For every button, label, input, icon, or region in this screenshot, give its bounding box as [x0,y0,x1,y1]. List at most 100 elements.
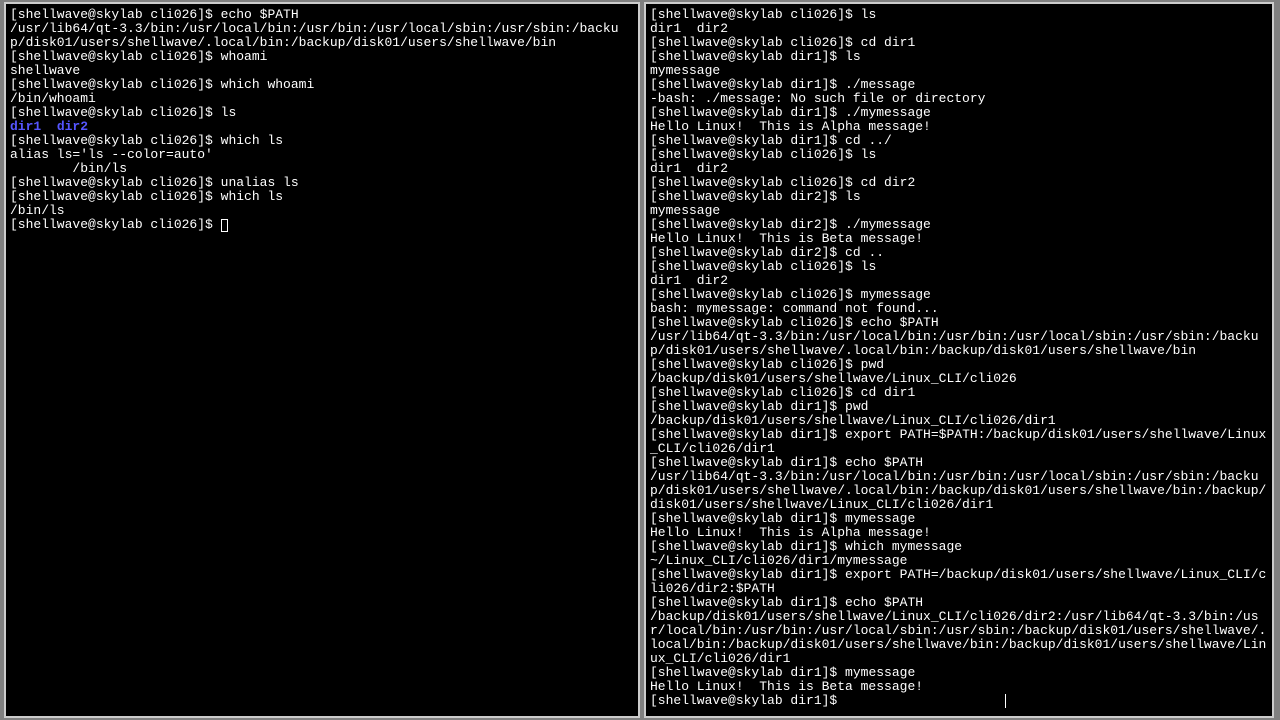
terminal-line: [shellwave@skylab dir1]$ [650,694,1268,708]
shell-command: ls [845,189,861,204]
terminal-line: [shellwave@skylab cli026]$ which whoami [10,78,634,92]
shell-prompt: [shellwave@skylab dir1]$ [650,539,845,554]
shell-prompt: [shellwave@skylab dir1]$ [650,133,845,148]
shell-command: mymessage [845,665,915,680]
terminal-line: [shellwave@skylab dir1]$ export PATH=$PA… [650,428,1268,456]
shell-output: /usr/lib64/qt-3.3/bin:/usr/local/bin:/us… [650,470,1268,512]
shell-command: echo $PATH [221,7,299,22]
terminal-line: [shellwave@skylab dir1]$ ./message [650,78,1268,92]
terminal-line: [shellwave@skylab dir1]$ echo $PATH [650,596,1268,610]
terminal-line: [shellwave@skylab cli026]$ cd dir1 [650,36,1268,50]
shell-prompt: [shellwave@skylab cli026]$ [10,175,221,190]
shell-output: dir1 dir2 [650,22,1268,36]
shell-command: cd ../ [845,133,892,148]
terminal-line: [shellwave@skylab cli026]$ ls [650,260,1268,274]
terminal-line: [shellwave@skylab dir2]$ ./mymessage [650,218,1268,232]
shell-output: /backup/disk01/users/shellwave/Linux_CLI… [650,372,1268,386]
shell-output: mymessage [650,64,1268,78]
terminal-line: [shellwave@skylab cli026]$ whoami [10,50,634,64]
directory-name: dir2 [57,119,88,134]
terminal-line: [shellwave@skylab dir1]$ pwd [650,400,1268,414]
shell-command: mymessage [845,511,915,526]
shell-prompt: [shellwave@skylab cli026]$ [650,287,861,302]
terminal-line: [shellwave@skylab dir1]$ cd ../ [650,134,1268,148]
terminal-line: [shellwave@skylab dir1]$ mymessage [650,666,1268,680]
terminal-line: dir1 dir2 [10,120,634,134]
shell-prompt: [shellwave@skylab cli026]$ [10,189,221,204]
terminal-line: [shellwave@skylab cli026]$ which ls [10,190,634,204]
shell-prompt: [shellwave@skylab cli026]$ [10,105,221,120]
shell-output: Hello Linux! This is Beta message! [650,680,1268,694]
cursor-icon [221,219,228,232]
shell-output: /backup/disk01/users/shellwave/Linux_CLI… [650,610,1268,666]
terminal-line: [shellwave@skylab cli026]$ which ls [10,134,634,148]
shell-prompt: [shellwave@skylab cli026]$ [10,133,221,148]
shell-command: which ls [221,189,283,204]
shell-output: Hello Linux! This is Beta message! [650,232,1268,246]
terminal-line: [shellwave@skylab dir1]$ ./mymessage [650,106,1268,120]
shell-output: /bin/ls [10,204,634,218]
shell-command: cd dir1 [861,35,916,50]
shell-output: shellwave [10,64,634,78]
shell-output: dir1 dir2 [650,162,1268,176]
shell-prompt: [shellwave@skylab cli026]$ [650,357,861,372]
shell-prompt: [shellwave@skylab dir2]$ [650,217,845,232]
terminal-line: [shellwave@skylab cli026]$ unalias ls [10,176,634,190]
shell-prompt: [shellwave@skylab dir1]$ [650,399,845,414]
shell-output: -bash: ./message: No such file or direct… [650,92,1268,106]
shell-output: /backup/disk01/users/shellwave/Linux_CLI… [650,414,1268,428]
shell-output: /usr/lib64/qt-3.3/bin:/usr/local/bin:/us… [650,330,1268,358]
shell-command: unalias ls [221,175,299,190]
shell-output: Hello Linux! This is Alpha message! [650,120,1268,134]
shell-prompt: [shellwave@skylab dir1]$ [650,455,845,470]
shell-output: bash: mymessage: command not found... [650,302,1268,316]
terminal-line: [shellwave@skylab dir1]$ which mymessage [650,540,1268,554]
shell-prompt: [shellwave@skylab dir2]$ [650,189,845,204]
shell-command: echo $PATH [861,315,939,330]
shell-prompt: [shellwave@skylab cli026]$ [650,35,861,50]
shell-command: ls [861,147,877,162]
terminal-line: [shellwave@skylab dir1]$ mymessage [650,512,1268,526]
shell-command: cd dir2 [861,175,916,190]
shell-output: alias ls='ls --color=auto' [10,148,634,162]
shell-prompt: [shellwave@skylab dir1]$ [650,511,845,526]
shell-prompt: [shellwave@skylab dir1]$ [650,105,845,120]
text-cursor-icon [1005,694,1006,708]
directory-name: dir1 [10,119,41,134]
terminal-line: [shellwave@skylab cli026]$ ls [650,148,1268,162]
shell-prompt: [shellwave@skylab dir1]$ [650,693,845,708]
shell-prompt: [shellwave@skylab cli026]$ [10,49,221,64]
shell-prompt: [shellwave@skylab dir2]$ [650,245,845,260]
shell-command: ls [221,105,237,120]
shell-prompt: [shellwave@skylab cli026]$ [10,217,221,232]
shell-command: whoami [221,49,268,64]
shell-prompt: [shellwave@skylab cli026]$ [650,7,861,22]
shell-command: cd .. [845,245,884,260]
terminal-left[interactable]: [shellwave@skylab cli026]$ echo $PATH/us… [4,2,640,718]
shell-prompt: [shellwave@skylab cli026]$ [650,175,861,190]
shell-command: ls [845,49,861,64]
shell-prompt: [shellwave@skylab dir1]$ [650,427,845,442]
terminal-line: [shellwave@skylab dir2]$ cd .. [650,246,1268,260]
terminal-line: [shellwave@skylab cli026]$ ls [10,106,634,120]
shell-prompt: [shellwave@skylab dir1]$ [650,665,845,680]
shell-command: pwd [845,399,868,414]
shell-prompt: [shellwave@skylab dir1]$ [650,77,845,92]
terminal-right[interactable]: [shellwave@skylab cli026]$ lsdir1 dir2[s… [644,2,1274,718]
shell-command: ./mymessage [845,217,931,232]
shell-prompt: [shellwave@skylab cli026]$ [10,77,221,92]
shell-command: ./message [845,77,915,92]
shell-command: ls [861,259,877,274]
shell-output: /bin/whoami [10,92,634,106]
terminal-line: [shellwave@skylab cli026]$ [10,218,634,232]
shell-output: /bin/ls [10,162,634,176]
shell-prompt: [shellwave@skylab dir1]$ [650,49,845,64]
terminal-line: [shellwave@skylab dir1]$ export PATH=/ba… [650,568,1268,596]
terminal-line: [shellwave@skylab dir1]$ echo $PATH [650,456,1268,470]
terminal-line: [shellwave@skylab cli026]$ echo $PATH [10,8,634,22]
shell-prompt: [shellwave@skylab cli026]$ [650,259,861,274]
shell-command: echo $PATH [845,595,923,610]
shell-output: ~/Linux_CLI/cli026/dir1/mymessage [650,554,1268,568]
shell-prompt: [shellwave@skylab dir1]$ [650,567,845,582]
shell-command: which mymessage [845,539,962,554]
